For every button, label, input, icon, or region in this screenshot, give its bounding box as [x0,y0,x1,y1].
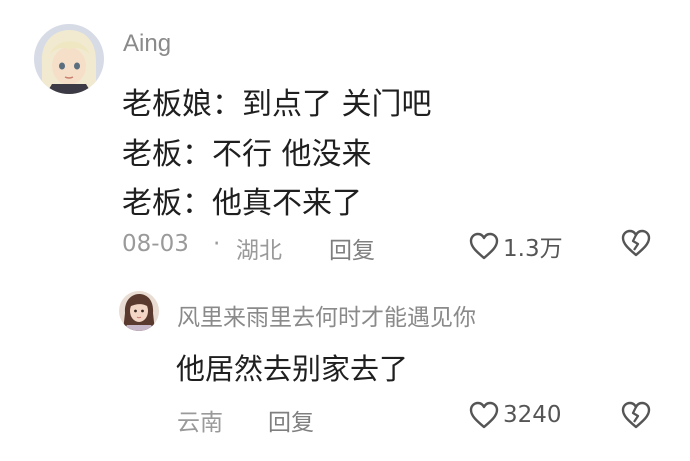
commenter-avatar[interactable] [34,24,104,94]
reply-location: 云南 [177,410,223,436]
broken-heart-icon [621,401,651,429]
reply-text: 他居然去别家去了 [176,352,409,386]
like-count: 1.3万 [503,236,563,262]
comment-location: 湖北 [236,238,282,264]
reply-button[interactable]: 回复 [329,231,375,265]
heart-outline-icon [469,401,499,429]
commenter-username[interactable]: Aing [123,30,171,58]
reply-avatar[interactable] [119,291,159,331]
heart-outline-icon [469,232,499,260]
comment-date: 08-03 [122,231,189,257]
reply-username[interactable]: 风里来雨里去何时才能遇见你 [177,298,476,332]
comment-text-line-3: 老板：他真不来了 [122,186,362,221]
like-button[interactable]: 1.3万 [469,229,563,263]
comment-text-line-2: 老板：不行 他没来 [122,137,372,172]
reply-dislike-button[interactable] [621,401,651,429]
dislike-button[interactable] [621,229,651,257]
meta-separator: · [213,231,221,257]
reply-reply-button[interactable]: 回复 [268,403,314,437]
comment-text-line-1: 老板娘：到点了 关门吧 [122,87,432,122]
reply-like-count: 3240 [503,402,562,428]
reply-like-button[interactable]: 3240 [469,401,562,429]
broken-heart-icon [621,229,651,257]
